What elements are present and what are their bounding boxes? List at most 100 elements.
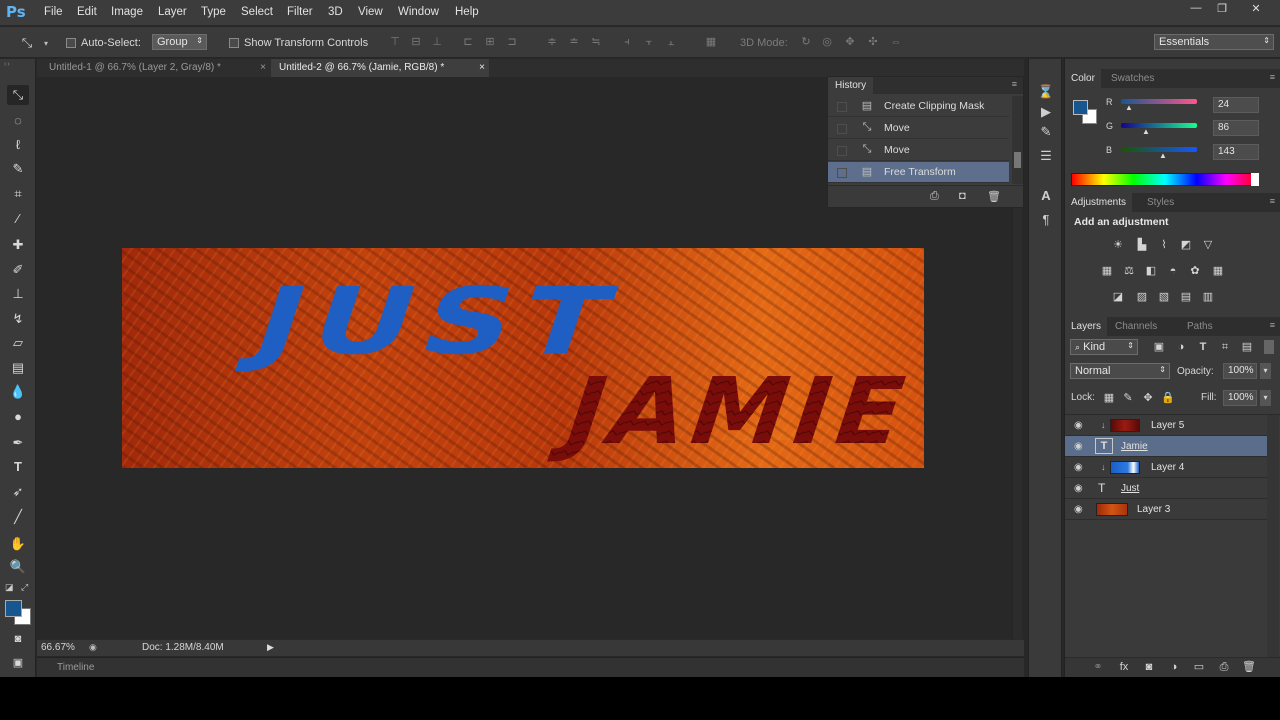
trash-icon[interactable]: 🗑 — [987, 190, 1001, 203]
blend-mode-dropdown[interactable]: Normal ⇕ — [1070, 363, 1170, 379]
r-field[interactable]: 24 — [1213, 97, 1259, 113]
opacity-field[interactable]: 100% — [1223, 363, 1257, 379]
tab-untitled-1[interactable]: Untitled-1 @ 66.7% (Layer 2, Gray/8) * × — [41, 59, 270, 77]
color-balance-icon[interactable]: ⚖ — [1122, 265, 1136, 278]
filter-smart-object-icon[interactable]: ▤ — [1240, 341, 1254, 354]
filter-shape-icon[interactable]: ⌗ — [1218, 341, 1232, 354]
filter-toggle[interactable] — [1264, 340, 1274, 354]
screen-mode-icon[interactable]: ▣ — [7, 653, 29, 673]
menu-3d[interactable]: 3D — [328, 6, 343, 18]
tab-swatches[interactable]: Swatches — [1105, 69, 1160, 88]
align-right-icon[interactable]: ⊐ — [505, 36, 519, 49]
r-slider-thumb[interactable]: ▲ — [1125, 103, 1133, 112]
new-document-from-state-icon[interactable]: ⎙ — [930, 190, 939, 203]
restore-button[interactable]: ❐ — [1209, 2, 1235, 18]
tab-channels[interactable]: Channels — [1109, 317, 1163, 336]
fill-field[interactable]: 100% — [1223, 390, 1257, 406]
channel-mixer-icon[interactable]: ✿ — [1188, 265, 1202, 278]
line-tool-icon[interactable]: ╱ — [7, 507, 29, 527]
photo-filter-icon[interactable]: ◓ — [1166, 265, 1180, 278]
distribute-top-icon[interactable]: ≑ — [545, 36, 559, 49]
history-item-active[interactable]: ▤ Free Transform — [828, 162, 1009, 183]
3d-slide-icon[interactable]: ✣ — [866, 36, 880, 49]
move-tool-icon[interactable]: ⤡ — [7, 85, 29, 105]
quick-select-tool-icon[interactable]: ✎ — [7, 159, 29, 179]
close-tab-icon[interactable]: × — [479, 59, 485, 77]
tab-layers[interactable]: Layers — [1065, 317, 1108, 336]
history-item[interactable]: ⤡ Move — [828, 140, 1009, 161]
snapshot-icon[interactable]: ◘ — [959, 190, 966, 202]
close-window-button[interactable]: ✕ — [1240, 2, 1272, 18]
timeline-label[interactable]: Timeline — [57, 662, 94, 673]
tab-paths[interactable]: Paths — [1181, 317, 1219, 336]
foreground-color-swatch[interactable] — [1073, 100, 1088, 115]
visibility-eye-icon[interactable]: ◉ — [1074, 462, 1083, 473]
lock-all-icon[interactable]: 🔒 — [1161, 392, 1175, 405]
posterize-icon[interactable]: ▨ — [1135, 291, 1149, 304]
add-mask-icon[interactable]: ◙ — [1142, 661, 1156, 674]
layer-filter-dropdown[interactable]: ⌕ Kind ⇕ — [1070, 339, 1138, 355]
menu-image[interactable]: Image — [111, 6, 143, 18]
quick-mask-icon[interactable]: ◙ — [7, 629, 29, 649]
lasso-tool-icon[interactable]: ℓ — [7, 135, 29, 155]
layer-row[interactable]: ◉ Layer 3 — [1065, 499, 1267, 520]
blur-tool-icon[interactable]: 💧 — [7, 382, 29, 402]
brightness-contrast-icon[interactable]: ☀ — [1111, 239, 1125, 252]
menu-help[interactable]: Help — [455, 6, 479, 18]
new-adjustment-layer-icon[interactable]: ◑ — [1167, 661, 1181, 674]
menu-file[interactable]: File — [44, 6, 63, 18]
history-scrollbar[interactable] — [1012, 96, 1023, 184]
align-vcenter-icon[interactable]: ⊟ — [409, 36, 423, 49]
exposure-icon[interactable]: ◩ — [1179, 239, 1193, 252]
trash-icon[interactable]: 🗑 — [1242, 661, 1256, 674]
distribute-bottom-icon[interactable]: ≒ — [589, 36, 603, 49]
lock-transparent-icon[interactable]: ▦ — [1102, 392, 1116, 405]
white-swatch[interactable] — [1251, 173, 1259, 186]
lock-position-icon[interactable]: ✥ — [1141, 392, 1155, 405]
status-menu-arrow-icon[interactable]: ▶ — [267, 642, 274, 653]
toolbar-grip[interactable]: ›› — [4, 61, 32, 68]
tab-adjustments[interactable]: Adjustments — [1065, 193, 1133, 212]
panel-menu-icon[interactable]: ≡ — [1270, 196, 1275, 206]
align-top-icon[interactable]: ⊤ — [388, 36, 402, 49]
menu-select[interactable]: Select — [241, 6, 273, 18]
history-brush-source-checkbox[interactable] — [837, 102, 847, 112]
layer-style-icon[interactable]: fx — [1117, 661, 1131, 674]
properties-panel-icon[interactable]: ☰ — [1037, 147, 1055, 165]
distribute-right-icon[interactable]: ⫠ — [664, 36, 678, 49]
history-tab[interactable]: History — [828, 77, 874, 94]
zoom-tool-icon[interactable]: 🔍 — [7, 557, 29, 577]
g-slider-thumb[interactable]: ▲ — [1142, 127, 1150, 136]
menu-layer[interactable]: Layer — [158, 6, 187, 18]
visibility-eye-icon[interactable]: ◉ — [1074, 504, 1083, 515]
invert-icon[interactable]: ◪ — [1111, 291, 1125, 304]
g-field[interactable]: 86 — [1213, 120, 1259, 136]
history-item[interactable]: ⤡ Move — [828, 118, 1009, 139]
levels-icon[interactable]: ▙ — [1135, 239, 1149, 252]
pen-tool-icon[interactable]: ✒ — [7, 433, 29, 453]
auto-select-dropdown[interactable]: Group ⇕ — [152, 34, 207, 50]
scroll-thumb[interactable] — [1014, 152, 1021, 168]
swap-colors-icon[interactable]: ⤢ — [21, 582, 28, 593]
color-spectrum-bar[interactable] — [1071, 173, 1259, 186]
history-brush-source-checkbox[interactable] — [837, 168, 847, 178]
type-tool-icon[interactable]: T — [7, 457, 29, 477]
panel-menu-icon[interactable]: ≡ — [1270, 72, 1275, 82]
document-canvas[interactable]: JUST JAMIE JAMIE — [122, 248, 924, 468]
layer-row[interactable]: ◉ T Just — [1065, 478, 1267, 499]
history-brush-source-checkbox[interactable] — [837, 124, 847, 134]
filter-type-icon[interactable]: T — [1196, 341, 1210, 354]
foreground-color-swatch[interactable] — [5, 600, 22, 617]
history-brush-tool-icon[interactable]: ↯ — [7, 309, 29, 329]
distribute-vcenter-icon[interactable]: ≐ — [567, 36, 581, 49]
visibility-eye-icon[interactable]: ◉ — [1074, 420, 1083, 431]
history-item[interactable]: ▤ Create Clipping Mask — [828, 96, 1009, 117]
auto-select-checkbox[interactable] — [66, 38, 76, 48]
layer-row-active[interactable]: ◉ T Jamie — [1065, 436, 1267, 457]
default-colors-icon[interactable]: ◪ — [5, 582, 14, 593]
paragraph-panel-icon[interactable]: ¶ — [1037, 211, 1055, 229]
b-slider-thumb[interactable]: ▲ — [1159, 151, 1167, 160]
link-layers-icon[interactable]: ⚭ — [1091, 661, 1105, 674]
align-hcenter-icon[interactable]: ⊞ — [483, 36, 497, 49]
align-bottom-icon[interactable]: ⊥ — [430, 36, 444, 49]
